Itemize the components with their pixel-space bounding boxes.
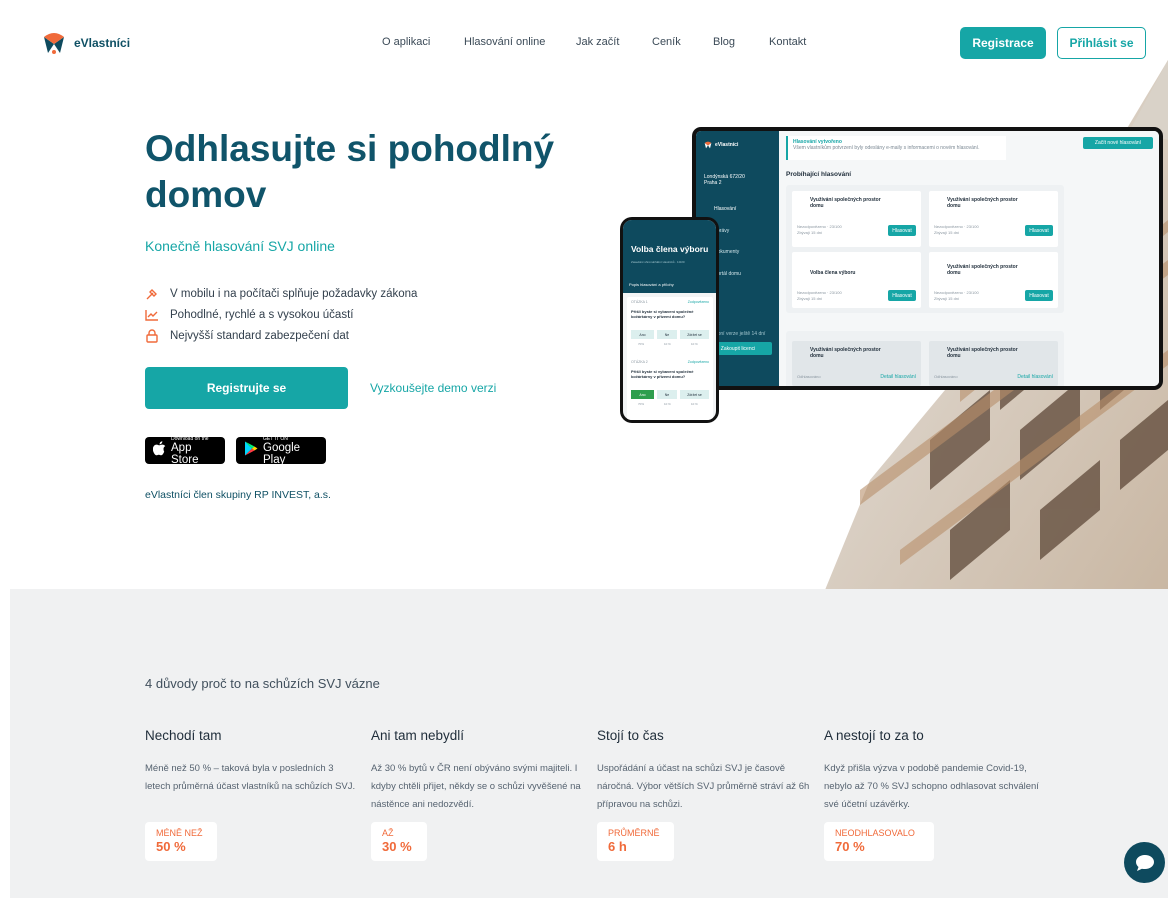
lock-icon	[145, 328, 159, 343]
brand-logo[interactable]: eVlastníci	[42, 31, 130, 55]
reasons-title: 4 důvody proč to na schůzích SVJ vázne	[145, 676, 380, 691]
reason-heading: Nechodí tam	[145, 728, 222, 743]
phone-section: Popis hlasování a přílohy	[623, 282, 716, 293]
tablet-done-card: Využívání společných prostor domu Odhlas…	[929, 341, 1058, 386]
nav-item-jak-zacit[interactable]: Jak začít	[576, 36, 619, 48]
tablet-vote-card: Využívání společných prostor domu Nezodp…	[929, 191, 1058, 247]
tablet-address: Londýnská 672/20 Praha 2	[704, 174, 745, 186]
hero-title: Odhlasujte si pohodlný domov	[145, 128, 555, 215]
tablet-section-title: Probíhající hlasování	[786, 171, 852, 178]
register-cta-button[interactable]: Registrujte se	[145, 367, 348, 409]
tablet-notice-text: Všem vlastníkům potvrzení byly odeslány …	[793, 145, 980, 151]
tablet-screen: eVlastníci Londýnská 672/20 Praha 2 Hlas…	[696, 131, 1159, 386]
reason-heading: Stojí to čas	[597, 728, 664, 743]
nav-item-hlasovani[interactable]: Hlasování online	[464, 36, 545, 48]
reason-badge: PRŮMĚRNĚ 6 h	[597, 822, 674, 861]
tablet-vote-card: Volba člena výboru Nezodpovězeno · 23/10…	[792, 252, 921, 308]
reason-heading: A nestojí to za to	[824, 728, 924, 743]
reason-text: Uspořádání a účast na schůzi SVJ je časo…	[597, 763, 810, 810]
tablet-main: Hlasování vytvořeno Všem vlastníkům potv…	[779, 131, 1159, 386]
group-membership-text: eVlastníci člen skupiny RP INVEST, a.s.	[145, 489, 331, 501]
reason-card: Ani tam nebydlí Až 30 % bytů v ČR není o…	[371, 728, 586, 861]
reason-card: A nestojí to za to Když přišla výzva v p…	[824, 728, 1039, 861]
feature-text: Nejvyšší standard zabezpečení dat	[170, 329, 349, 342]
feature-text: V mobilu i na počítači splňuje požadavky…	[170, 287, 418, 300]
nav-item-blog[interactable]: Blog	[713, 36, 735, 48]
demo-link[interactable]: Vyzkoušejte demo verzi	[370, 381, 496, 395]
tablet-menu-hlasovani: Hlasování	[714, 206, 737, 212]
logo-icon	[704, 141, 712, 149]
feature-item: Pohodlné, rychlé a s vysokou účastí	[145, 304, 417, 325]
nav-item-kontakt[interactable]: Kontakt	[769, 36, 806, 48]
google-play-button[interactable]: GET IT ON Google Play	[236, 436, 326, 466]
brand-name: eVlastníci	[74, 36, 131, 50]
feature-item: Nejvyšší standard zabezpečení dat	[145, 325, 417, 346]
phone-title: Volba člena výboru	[631, 244, 709, 254]
feature-text: Pohodlné, rychlé a s vysokou účastí	[170, 308, 354, 321]
register-button[interactable]: Registrace	[960, 27, 1046, 59]
app-store-button[interactable]: Download on the App Store	[145, 436, 225, 466]
reason-text: Méně než 50 % – taková byla v posledních…	[145, 763, 356, 792]
feature-item: V mobilu i na počítači splňuje požadavky…	[145, 283, 417, 304]
apple-icon	[152, 440, 166, 461]
chat-button[interactable]	[1124, 842, 1165, 883]
reason-heading: Ani tam nebydlí	[371, 728, 465, 743]
chat-bubble-icon	[1135, 854, 1154, 871]
app-store-big: App Store	[171, 441, 199, 466]
login-button[interactable]: Přihlásit se	[1057, 27, 1146, 59]
feature-list: V mobilu i na počítači splňuje požadavky…	[145, 283, 417, 346]
tablet-mockup: eVlastníci Londýnská 672/20 Praha 2 Hlas…	[692, 127, 1163, 390]
tablet-vote-card: Využívání společných prostor domu Nezodp…	[929, 252, 1058, 308]
logo-icon	[42, 31, 66, 55]
reason-card: Nechodí tam Méně než 50 % – taková byla …	[145, 728, 360, 861]
reason-text: Až 30 % bytů v ČR není obýváno svými maj…	[371, 763, 581, 810]
reason-badge: NEODHLASOVALO 70 %	[824, 822, 934, 861]
reason-card: Stojí to čas Uspořádání a účast na schůz…	[597, 728, 812, 861]
tablet-brand: eVlastníci	[715, 142, 739, 148]
reason-badge: AŽ 30 %	[371, 822, 427, 861]
hammer-icon	[145, 287, 159, 301]
chart-icon	[145, 308, 159, 322]
nav-item-cenik[interactable]: Ceník	[652, 36, 681, 48]
reason-badge: MÉNĚ NEŽ 50 %	[145, 822, 217, 861]
google-play-big: Google Play	[263, 441, 301, 466]
reason-text: Když přišla výzva v podobě pandemie Covi…	[824, 763, 1039, 810]
tablet-new-vote-button: Začít nové hlasování	[1083, 137, 1153, 149]
tablet-vote-card: Využívání společných prostor domu Nezodp…	[792, 191, 921, 247]
tablet-done-card: Využívání společných prostor domu Odhlas…	[792, 341, 921, 386]
phone-subtitle: Zasedání shromáždění vlastníků · 10/20	[631, 260, 685, 264]
nav-item-o-aplikaci[interactable]: O aplikaci	[382, 36, 430, 48]
phone-screen: Volba člena výboru Zasedání shromáždění …	[623, 220, 716, 420]
phone-mockup: Volba člena výboru Zasedání shromáždění …	[620, 217, 719, 423]
hero-subtitle: Konečně hlasování SVJ online	[145, 238, 335, 254]
google-play-icon	[244, 441, 258, 461]
